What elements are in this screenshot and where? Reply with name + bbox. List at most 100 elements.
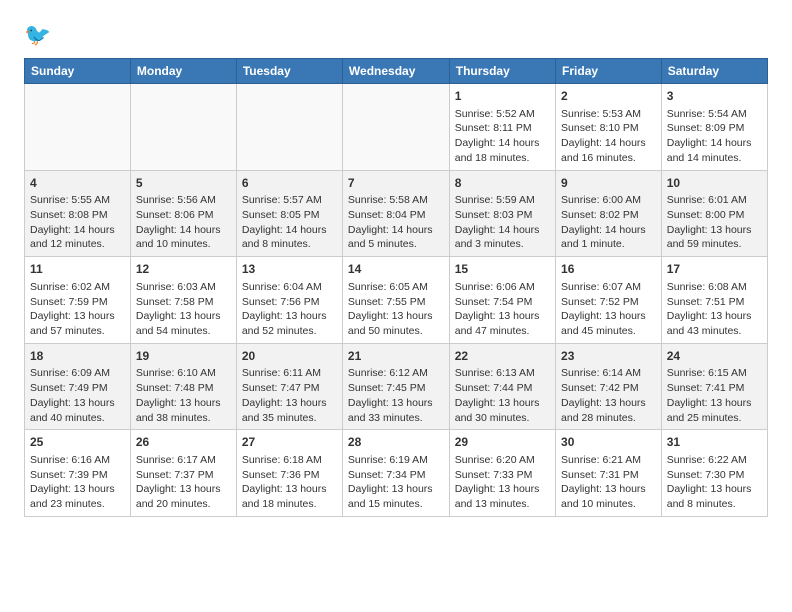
cell-info-line: Daylight: 13 hours [348, 309, 444, 324]
cell-info-line: and 13 minutes. [455, 497, 550, 512]
cell-info-line: Sunset: 7:31 PM [561, 468, 656, 483]
cell-info-line: and 47 minutes. [455, 324, 550, 339]
cell-info-line: Daylight: 13 hours [561, 309, 656, 324]
cell-info-line: Sunrise: 6:14 AM [561, 366, 656, 381]
cell-info-line: Sunset: 7:47 PM [242, 381, 337, 396]
day-number: 28 [348, 434, 444, 451]
cell-info-line: Sunset: 8:10 PM [561, 121, 656, 136]
cell-info-line: Sunrise: 6:02 AM [30, 280, 125, 295]
cell-info-line: Sunset: 8:09 PM [667, 121, 762, 136]
calendar-cell: 7Sunrise: 5:58 AMSunset: 8:04 PMDaylight… [342, 170, 449, 257]
cell-info-line: Sunrise: 6:16 AM [30, 453, 125, 468]
cell-info-line: Sunrise: 6:12 AM [348, 366, 444, 381]
calendar-cell: 29Sunrise: 6:20 AMSunset: 7:33 PMDayligh… [449, 430, 555, 517]
calendar-cell: 16Sunrise: 6:07 AMSunset: 7:52 PMDayligh… [556, 257, 662, 344]
day-header-sunday: Sunday [25, 59, 131, 84]
cell-info-line: Sunset: 7:59 PM [30, 295, 125, 310]
cell-info-line: Sunset: 7:52 PM [561, 295, 656, 310]
day-number: 10 [667, 175, 762, 192]
calendar-cell: 21Sunrise: 6:12 AMSunset: 7:45 PMDayligh… [342, 343, 449, 430]
cell-info-line: Sunrise: 6:08 AM [667, 280, 762, 295]
cell-info-line: Sunset: 7:48 PM [136, 381, 231, 396]
day-number: 5 [136, 175, 231, 192]
week-row-5: 25Sunrise: 6:16 AMSunset: 7:39 PMDayligh… [25, 430, 768, 517]
day-number: 11 [30, 261, 125, 278]
svg-text:🐦: 🐦 [24, 22, 51, 47]
cell-info-line: Daylight: 13 hours [455, 396, 550, 411]
cell-info-line: Sunset: 7:45 PM [348, 381, 444, 396]
day-number: 22 [455, 348, 550, 365]
calendar-cell: 27Sunrise: 6:18 AMSunset: 7:36 PMDayligh… [236, 430, 342, 517]
day-number: 29 [455, 434, 550, 451]
cell-info-line: Sunset: 7:44 PM [455, 381, 550, 396]
calendar-cell: 2Sunrise: 5:53 AMSunset: 8:10 PMDaylight… [556, 84, 662, 171]
cell-info-line: Daylight: 13 hours [667, 223, 762, 238]
day-number: 6 [242, 175, 337, 192]
cell-info-line: Daylight: 13 hours [136, 396, 231, 411]
calendar-cell: 6Sunrise: 5:57 AMSunset: 8:05 PMDaylight… [236, 170, 342, 257]
cell-info-line: Sunrise: 5:58 AM [348, 193, 444, 208]
cell-info-line: Daylight: 13 hours [242, 309, 337, 324]
day-number: 30 [561, 434, 656, 451]
cell-info-line: Daylight: 14 hours [242, 223, 337, 238]
cell-info-line: and 18 minutes. [242, 497, 337, 512]
day-header-wednesday: Wednesday [342, 59, 449, 84]
calendar-cell [342, 84, 449, 171]
cell-info-line: and 10 minutes. [561, 497, 656, 512]
cell-info-line: Sunset: 7:51 PM [667, 295, 762, 310]
cell-info-line: and 59 minutes. [667, 237, 762, 252]
cell-info-line: and 43 minutes. [667, 324, 762, 339]
day-number: 26 [136, 434, 231, 451]
calendar-cell: 11Sunrise: 6:02 AMSunset: 7:59 PMDayligh… [25, 257, 131, 344]
cell-info-line: and 8 minutes. [242, 237, 337, 252]
calendar-cell: 26Sunrise: 6:17 AMSunset: 7:37 PMDayligh… [130, 430, 236, 517]
cell-info-line: Daylight: 13 hours [667, 396, 762, 411]
cell-info-line: Sunset: 8:03 PM [455, 208, 550, 223]
cell-info-line: and 16 minutes. [561, 151, 656, 166]
day-number: 12 [136, 261, 231, 278]
cell-info-line: Sunrise: 5:52 AM [455, 107, 550, 122]
day-number: 24 [667, 348, 762, 365]
day-number: 8 [455, 175, 550, 192]
cell-info-line: Sunrise: 6:01 AM [667, 193, 762, 208]
day-number: 31 [667, 434, 762, 451]
week-row-4: 18Sunrise: 6:09 AMSunset: 7:49 PMDayligh… [25, 343, 768, 430]
cell-info-line: Daylight: 13 hours [348, 396, 444, 411]
calendar-cell: 15Sunrise: 6:06 AMSunset: 7:54 PMDayligh… [449, 257, 555, 344]
cell-info-line: Sunset: 7:54 PM [455, 295, 550, 310]
calendar-cell: 1Sunrise: 5:52 AMSunset: 8:11 PMDaylight… [449, 84, 555, 171]
calendar-cell: 24Sunrise: 6:15 AMSunset: 7:41 PMDayligh… [661, 343, 767, 430]
cell-info-line: Sunrise: 6:13 AM [455, 366, 550, 381]
cell-info-line: Sunrise: 6:03 AM [136, 280, 231, 295]
cell-info-line: Daylight: 13 hours [242, 482, 337, 497]
calendar-cell: 5Sunrise: 5:56 AMSunset: 8:06 PMDaylight… [130, 170, 236, 257]
cell-info-line: Daylight: 14 hours [667, 136, 762, 151]
cell-info-line: Daylight: 14 hours [455, 136, 550, 151]
cell-info-line: Sunrise: 5:57 AM [242, 193, 337, 208]
cell-info-line: Sunrise: 6:04 AM [242, 280, 337, 295]
cell-info-line: Sunset: 7:37 PM [136, 468, 231, 483]
cell-info-line: Sunrise: 5:55 AM [30, 193, 125, 208]
day-header-tuesday: Tuesday [236, 59, 342, 84]
cell-info-line: Daylight: 13 hours [30, 482, 125, 497]
cell-info-line: Sunset: 8:08 PM [30, 208, 125, 223]
cell-info-line: Daylight: 14 hours [455, 223, 550, 238]
cell-info-line: Sunrise: 6:18 AM [242, 453, 337, 468]
week-row-2: 4Sunrise: 5:55 AMSunset: 8:08 PMDaylight… [25, 170, 768, 257]
calendar-cell: 19Sunrise: 6:10 AMSunset: 7:48 PMDayligh… [130, 343, 236, 430]
cell-info-line: Daylight: 13 hours [667, 482, 762, 497]
cell-info-line: Sunrise: 6:22 AM [667, 453, 762, 468]
calendar-cell [236, 84, 342, 171]
cell-info-line: Sunrise: 5:53 AM [561, 107, 656, 122]
cell-info-line: Sunrise: 6:05 AM [348, 280, 444, 295]
cell-info-line: Daylight: 14 hours [136, 223, 231, 238]
cell-info-line: Daylight: 13 hours [455, 309, 550, 324]
calendar-cell: 12Sunrise: 6:03 AMSunset: 7:58 PMDayligh… [130, 257, 236, 344]
header: 🐦 [24, 20, 768, 48]
cell-info-line: Daylight: 13 hours [455, 482, 550, 497]
calendar-cell: 30Sunrise: 6:21 AMSunset: 7:31 PMDayligh… [556, 430, 662, 517]
day-number: 14 [348, 261, 444, 278]
cell-info-line: and 45 minutes. [561, 324, 656, 339]
cell-info-line: Sunset: 7:33 PM [455, 468, 550, 483]
cell-info-line: Daylight: 13 hours [667, 309, 762, 324]
